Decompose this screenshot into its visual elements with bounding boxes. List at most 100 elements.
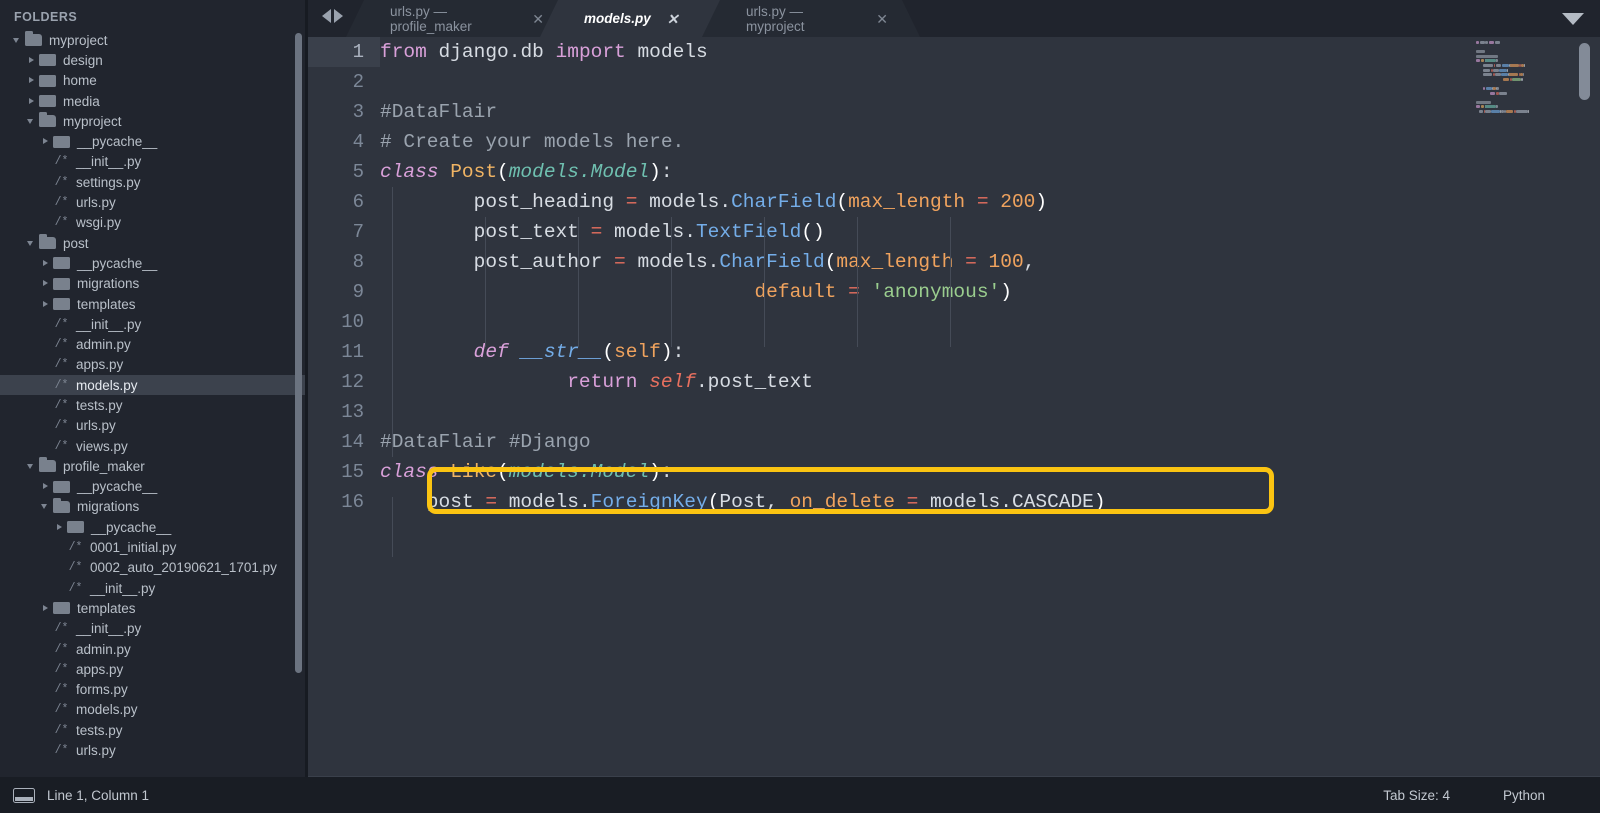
code-line[interactable]: from django.db import models [380,37,1480,67]
chevron-right-icon[interactable] [40,258,51,269]
chevron-right-icon[interactable] [26,55,37,66]
python-file-icon: /* [54,744,69,758]
code-line[interactable]: post_heading = models.CharField(max_leng… [380,187,1480,217]
tree-folder-row[interactable]: migrations [0,497,306,517]
code-line[interactable]: #DataFlair #Django [380,427,1480,457]
code-line[interactable]: default = 'anonymous') [380,277,1480,307]
tree-folder-row[interactable]: __pycache__ [0,253,306,273]
tab-size-indicator[interactable]: Tab Size: 4 [1383,788,1450,803]
close-icon[interactable]: ✕ [667,12,679,26]
chevron-right-icon[interactable] [26,96,37,107]
chevron-down-icon[interactable] [26,238,37,249]
nav-prev-icon[interactable] [322,9,331,23]
code-token: ( [824,251,837,273]
tree-folder-row[interactable]: __pycache__ [0,517,306,537]
tree-folder-row[interactable]: home [0,71,306,91]
tree-file-row[interactable]: /* forms.py [0,680,306,700]
close-icon[interactable]: ✕ [876,12,888,26]
code-token: return [567,371,638,393]
chevron-right-icon[interactable] [40,481,51,492]
tree-folder-row[interactable]: myproject [0,30,306,50]
tree-file-row[interactable]: /* __init__.py [0,578,306,598]
code-line[interactable]: post = models.ForeignKey(Post, on_delete… [380,487,1480,517]
chevron-down-icon[interactable] [40,501,51,512]
chevron-down-icon[interactable] [1562,13,1584,25]
code-line[interactable]: class Post(models.Model): [380,157,1480,187]
chevron-right-icon[interactable] [40,603,51,614]
code-token: #DataFlair #Django [380,431,591,453]
tree-file-row[interactable]: /* __init__.py [0,619,306,639]
tree-folder-row[interactable]: migrations [0,274,306,294]
tree-file-row[interactable]: /* __init__.py [0,152,306,172]
tree-folder-row[interactable]: profile_maker [0,456,306,476]
chevron-down-icon[interactable] [26,461,37,472]
folder-tree[interactable]: myproject design home media myproject __pycac… [0,30,306,761]
chevron-right-icon[interactable] [54,522,65,533]
tree-file-row[interactable]: /* admin.py [0,639,306,659]
tree-folder-row[interactable]: myproject [0,111,306,131]
chevron-down-icon[interactable] [12,35,23,46]
panel-toggle-icon[interactable] [13,787,35,803]
code-token: , [766,491,790,513]
tree-folder-row[interactable]: design [0,50,306,70]
code-line[interactable]: class Like(models.Model): [380,457,1480,487]
tree-file-row[interactable]: /* views.py [0,436,306,456]
tree-file-row[interactable]: /* models.py [0,375,306,396]
code-line[interactable]: # Create your models here. [380,127,1480,157]
minimap-token [1479,110,1483,113]
code-line[interactable]: post_text = models.TextField() [380,217,1480,247]
tree-file-row[interactable]: /* 0002_auto_20190621_1701.py [0,558,306,578]
tree-folder-row[interactable]: __pycache__ [0,131,306,151]
tree-file-row[interactable]: /* apps.py [0,355,306,375]
tree-file-row[interactable]: /* apps.py [0,659,306,679]
code-token: class [380,461,439,483]
code-line[interactable] [380,397,1480,427]
tree-file-row[interactable]: /* 0001_initial.py [0,537,306,557]
file-sidebar[interactable]: FOLDERS myproject design home media myprojec… [0,0,306,777]
tree-file-row[interactable]: /* wsgi.py [0,213,306,233]
chevron-right-icon[interactable] [40,299,51,310]
sidebar-scrollbar-thumb[interactable] [295,33,302,673]
code-editor[interactable]: 1 2 3 4 5 6 7 8 9 10 11 12 13 14 15 16 from django.db i… [308,37,1600,777]
code-token: models.Model [508,161,650,183]
code-line[interactable]: #DataFlair [380,97,1480,127]
chevron-right-icon[interactable] [40,136,51,147]
editor-tab[interactable]: urls.py — profile_maker ✕ [346,0,576,37]
editor-tab[interactable]: urls.py — myproject ✕ [702,0,920,37]
tree-file-row[interactable]: /* urls.py [0,192,306,212]
tree-file-row[interactable]: /* urls.py [0,416,306,436]
code-line[interactable]: return self.post_text [380,367,1480,397]
tree-file-row[interactable]: /* __init__.py [0,314,306,334]
tab-nav-arrows[interactable] [322,9,343,23]
tree-folder-row[interactable]: media [0,91,306,111]
chevron-right-icon[interactable] [26,75,37,86]
tree-file-row[interactable]: /* settings.py [0,172,306,192]
editor-scrollbar-track[interactable] [1579,40,1595,770]
code-line[interactable] [380,307,1480,337]
editor-scrollbar-thumb[interactable] [1579,43,1590,100]
nav-next-icon[interactable] [334,9,343,23]
editor-tab[interactable]: models.py ✕ [540,0,738,37]
tree-file-row[interactable]: /* tests.py [0,395,306,415]
code-line[interactable]: def __str__(self): [380,337,1480,367]
code-line[interactable] [380,67,1480,97]
sidebar-scrollbar-track[interactable] [295,33,302,673]
code-line[interactable]: post_author = models.CharField(max_lengt… [380,247,1480,277]
tree-folder-row[interactable]: templates [0,598,306,618]
tree-folder-row[interactable]: templates [0,294,306,314]
chevron-right-icon[interactable] [40,278,51,289]
tree-file-row[interactable]: /* tests.py [0,720,306,740]
tree-file-row[interactable]: /* admin.py [0,334,306,354]
language-indicator[interactable]: Python [1503,788,1545,803]
tree-folder-row[interactable]: __pycache__ [0,477,306,497]
code-content[interactable]: from django.db import models #DataFlair #… [380,37,1480,777]
code-token: max_length [848,191,966,213]
chevron-down-icon[interactable] [26,116,37,127]
tree-folder-row[interactable]: post [0,233,306,253]
minimap[interactable] [1476,37,1576,777]
folder-icon [53,602,70,615]
tree-file-row[interactable]: /* models.py [0,700,306,720]
tree-file-row[interactable]: /* urls.py [0,740,306,760]
